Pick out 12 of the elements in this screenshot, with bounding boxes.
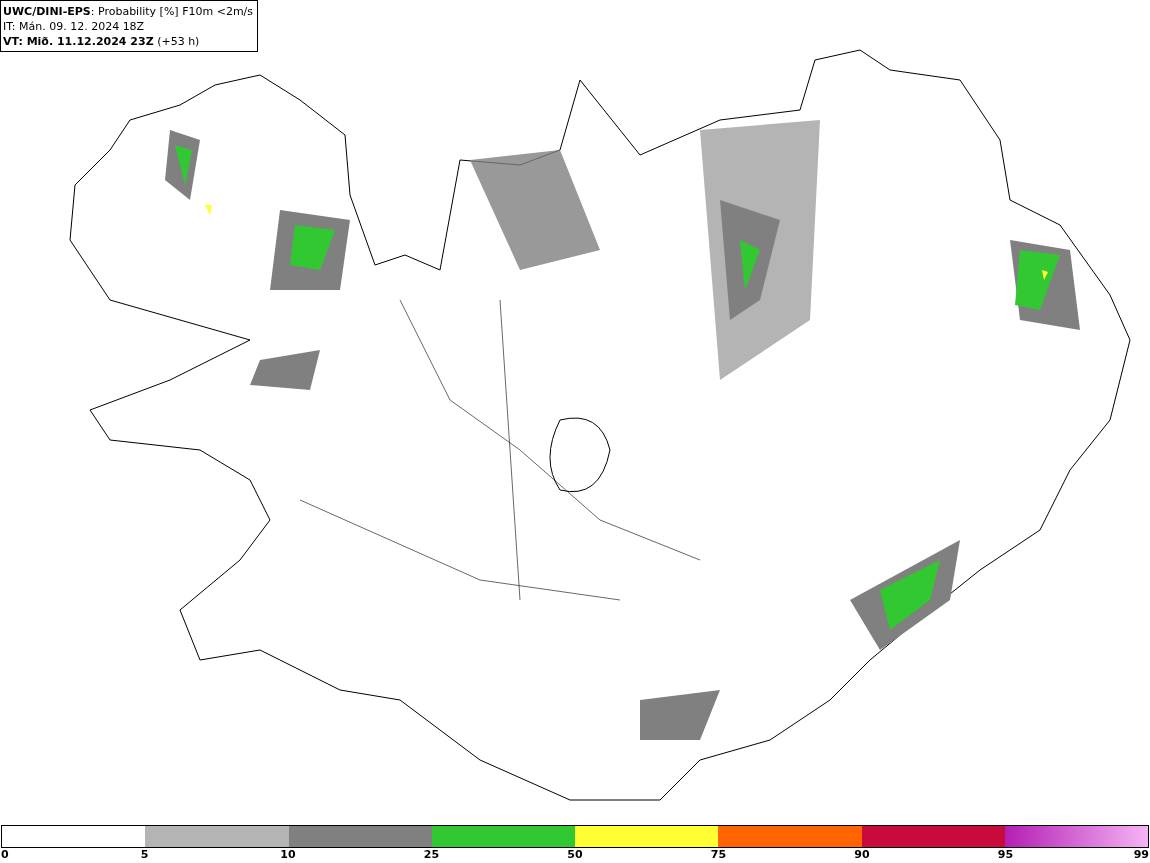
scale-tick-label: 99 [1133,848,1149,861]
scale-tick-label: 5 [140,848,149,861]
scale-tick-label: 95 [997,848,1014,861]
scale-tick-label: 75 [710,848,727,861]
scale-tick-label: 10 [280,848,296,861]
scale-tick-label: 25 [423,848,440,861]
scale-tick-label: 50 [567,848,583,861]
title-line: VT: Mið. 11.12.2024 23Z (+53 h) [3,34,201,49]
title-line: IT: Mán. 09. 12. 2024 18Z [3,19,146,34]
title-line: UWC/DINI-EPS: Probability [%] F10m <2m/s [3,4,254,19]
scale-tick-label: 0 [1,848,9,861]
scale-tick-label: 90 [854,848,870,861]
